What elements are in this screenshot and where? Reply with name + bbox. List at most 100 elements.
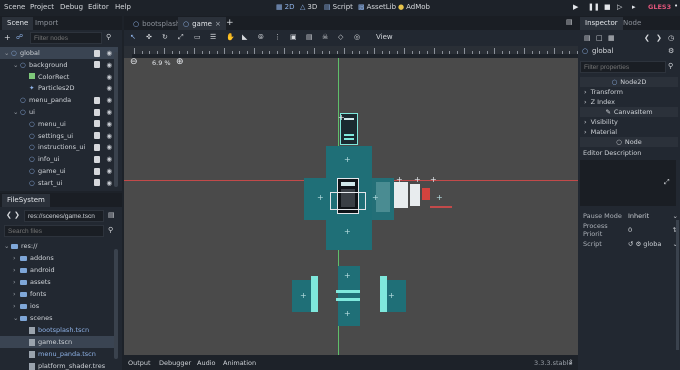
scene-tree-item[interactable]: ⌄ ○ background ◉: [0, 59, 118, 71]
script-icon[interactable]: [94, 120, 100, 128]
filter-properties-input[interactable]: [580, 61, 666, 73]
workspace-admob-button[interactable]: ● AdMob: [398, 3, 430, 11]
scene-tree-item[interactable]: ColorRect ◉: [0, 71, 118, 83]
renderer-label[interactable]: GLES3: [648, 3, 671, 11]
ruler-icon[interactable]: ▭: [194, 33, 201, 41]
chevron-down-icon[interactable]: ⌄: [13, 108, 20, 116]
file-tree-item[interactable]: bootsplash.tscn: [0, 324, 118, 336]
create-resource-icon[interactable]: ▤: [584, 34, 591, 42]
expand-icon[interactable]: ⤢: [664, 178, 670, 187]
script-icon[interactable]: [94, 143, 100, 151]
chevron-icon[interactable]: ⌄: [13, 314, 20, 322]
file-tree-item[interactable]: › fonts: [0, 288, 118, 300]
close-tab-icon[interactable]: ×: [215, 20, 221, 28]
scene-tree-item[interactable]: ○ menu_panda ◉: [0, 94, 118, 106]
tab-filesystem[interactable]: FileSystem: [2, 194, 50, 207]
visibility-eye-icon[interactable]: ◉: [106, 61, 112, 69]
add-node-icon[interactable]: +: [4, 33, 11, 42]
canvas-viewport[interactable]: ⊖ 6.9 % ⊕ + + + + + + + + + + + + +: [124, 58, 578, 355]
inspector-scrollbar[interactable]: [676, 220, 679, 350]
filter-nodes-input[interactable]: [30, 32, 102, 44]
skeleton-icon[interactable]: ☠: [322, 33, 328, 41]
expand-panel-icon[interactable]: ⇧: [568, 358, 573, 366]
file-tree-item[interactable]: ⌄ scenes: [0, 312, 118, 324]
zoom-out-icon[interactable]: ⊖: [130, 58, 138, 67]
tab-bootsplash[interactable]: ○ bootsplash: [128, 17, 185, 30]
zoom-in-icon[interactable]: ⊕: [176, 58, 184, 67]
script-icon[interactable]: [94, 179, 100, 187]
distraction-free-icon[interactable]: ▤: [566, 18, 573, 26]
visibility-eye-icon[interactable]: ◉: [106, 96, 112, 104]
history-back-icon[interactable]: ❮: [644, 34, 650, 42]
move-icon[interactable]: ✜: [146, 33, 152, 41]
view-menu[interactable]: View: [376, 33, 393, 41]
chevron-down-icon[interactable]: ⌄: [13, 61, 20, 69]
visibility-eye-icon[interactable]: ◉: [106, 155, 112, 163]
material-section[interactable]: › Material: [580, 127, 678, 137]
script-icon[interactable]: [94, 108, 100, 116]
debugger-tab[interactable]: Debugger: [159, 359, 191, 367]
menu-editor[interactable]: Editor: [88, 3, 109, 11]
ruler-tool-icon[interactable]: ◣: [242, 33, 247, 41]
snap-icon[interactable]: ⦾: [258, 33, 264, 42]
file-tree-item[interactable]: › addons: [0, 252, 118, 264]
visibility-eye-icon[interactable]: ◉: [106, 73, 112, 81]
file-tree-item[interactable]: › android: [0, 264, 118, 276]
filesystem-path-input[interactable]: [24, 210, 104, 222]
tab-game[interactable]: ○ game ×: [178, 17, 226, 30]
script-icon[interactable]: [94, 96, 100, 104]
history-forward-icon[interactable]: ❯: [656, 34, 662, 42]
pause-icon[interactable]: ❚❚: [588, 3, 600, 11]
scene-tree-item[interactable]: ○ start_ui ◉: [0, 177, 118, 189]
script-icon[interactable]: [94, 49, 100, 57]
scene-tree-item[interactable]: ⌄ ○ ui ◉: [0, 106, 118, 118]
chevron-icon[interactable]: ⌄: [4, 242, 11, 250]
pan-icon[interactable]: ✋: [226, 33, 235, 41]
tab-import[interactable]: Import: [30, 17, 63, 30]
chevron-icon[interactable]: ›: [13, 254, 20, 262]
visibility-eye-icon[interactable]: ◉: [106, 132, 112, 140]
rotate-icon[interactable]: ↻: [162, 33, 168, 41]
visibility-eye-icon[interactable]: ◉: [106, 84, 112, 92]
file-tree-item[interactable]: platform_shader.tres: [0, 360, 118, 370]
file-tree-item[interactable]: › ios: [0, 300, 118, 312]
search-properties-icon[interactable]: ⚲: [668, 62, 673, 70]
visibility-eye-icon[interactable]: ◉: [106, 143, 112, 151]
workspace-assetlib-button[interactable]: ▩ AssetLib: [358, 3, 396, 11]
dropdown-icon[interactable]: ⌄: [673, 212, 678, 220]
revert-icon[interactable]: ↺: [628, 240, 633, 248]
output-tab[interactable]: Output: [128, 359, 151, 367]
lock-icon[interactable]: ▣: [290, 33, 297, 41]
workspace-2d-button[interactable]: ▦ 2D: [276, 3, 294, 11]
file-tree-item[interactable]: game.tscn: [0, 336, 118, 348]
history-icon[interactable]: ◷: [668, 34, 674, 42]
tab-node[interactable]: Node: [618, 17, 646, 30]
bone-icon[interactable]: ◇: [338, 33, 343, 41]
visibility-eye-icon[interactable]: ◉: [106, 120, 112, 128]
menu-project[interactable]: Project: [30, 3, 54, 11]
split-view-icon[interactable]: ▤: [108, 211, 115, 219]
menu-help[interactable]: Help: [115, 3, 131, 11]
new-tab-icon[interactable]: +: [226, 18, 234, 28]
zoom-level[interactable]: 6.9 %: [152, 59, 171, 67]
script-icon[interactable]: [94, 61, 100, 69]
scene-tree-item[interactable]: ○ game_ui ◉: [0, 165, 118, 177]
file-tree-item[interactable]: menu_panda.tscn: [0, 348, 118, 360]
stop-icon[interactable]: ■: [604, 3, 611, 11]
visibility-eye-icon[interactable]: ◉: [106, 49, 112, 57]
file-tree-item[interactable]: › assets: [0, 276, 118, 288]
scene-tree-item[interactable]: ⌄ ○ global ◉: [0, 47, 118, 59]
tab-inspector[interactable]: Inspector: [580, 17, 623, 30]
audio-tab[interactable]: Audio: [197, 359, 215, 367]
visibility-section[interactable]: › Visibility: [580, 117, 678, 127]
inspected-object-name[interactable]: global: [592, 47, 613, 55]
play-custom-icon[interactable]: ▸: [632, 3, 636, 11]
scene-tree-scrollbar[interactable]: [114, 52, 118, 187]
search-icon[interactable]: ⚲: [106, 33, 111, 41]
scene-tree-item[interactable]: ○ info_ui ◉: [0, 153, 118, 165]
script-icon[interactable]: [94, 132, 100, 140]
file-tree-item[interactable]: ⌄ res://: [0, 240, 118, 252]
scale-icon[interactable]: ⤢: [178, 33, 184, 42]
camera-icon[interactable]: ◎: [354, 33, 360, 41]
scene-tree-item[interactable]: ✦ Particles2D ◉: [0, 82, 118, 94]
